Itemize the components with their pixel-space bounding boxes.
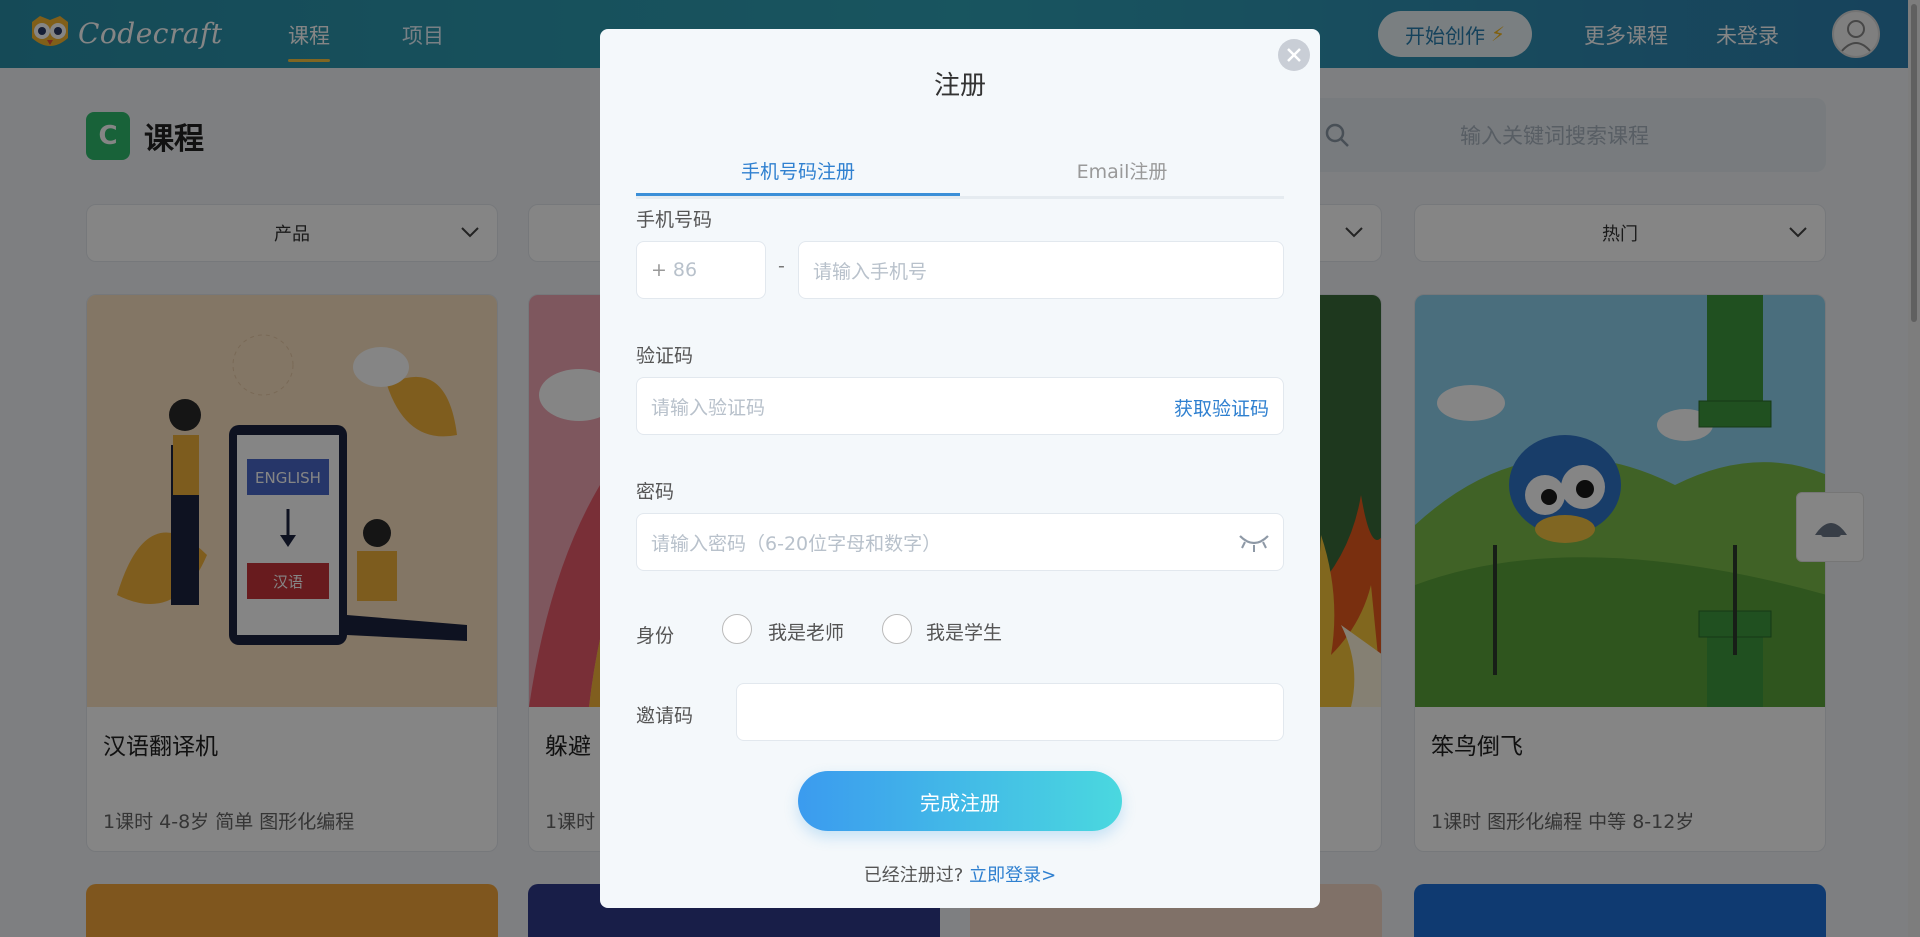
password-label: 密码 <box>636 481 675 503</box>
plus-sign: + <box>651 259 667 281</box>
identity-label: 身份 <box>636 625 675 647</box>
radio-student[interactable] <box>882 614 912 644</box>
password-placeholder: 请输入密码（6-20位字母和数字） <box>651 532 942 555</box>
login-prompt: 已经注册过? 立即登录> <box>600 861 1320 887</box>
register-tabs: 手机号码注册 Email注册 <box>636 123 1284 199</box>
active-tab-indicator <box>636 193 960 196</box>
submit-register-button[interactable]: 完成注册 <box>798 771 1122 831</box>
radio-teacher-label[interactable]: 我是老师 <box>768 618 844 645</box>
radio-teacher[interactable] <box>722 614 752 644</box>
invite-label: 邀请码 <box>636 705 694 727</box>
phone-separator: - <box>778 255 785 277</box>
radio-student-label[interactable]: 我是学生 <box>926 618 1002 645</box>
get-code-button[interactable]: 获取验证码 <box>1174 394 1269 421</box>
password-input[interactable]: 请输入密码（6-20位字母和数字） <box>636 513 1284 571</box>
register-modal: 注册 手机号码注册 Email注册 手机号码 + 86 - 请输入手机号 验证码… <box>600 29 1320 908</box>
eye-closed-icon[interactable] <box>1237 532 1271 554</box>
country-code-field[interactable]: + 86 <box>636 241 766 299</box>
phone-placeholder: 请输入手机号 <box>813 260 928 283</box>
code-label: 验证码 <box>636 345 694 367</box>
close-icon <box>1287 48 1301 62</box>
login-now-link[interactable]: 立即登录> <box>969 865 1056 886</box>
verification-code-input[interactable]: 请输入验证码 获取验证码 <box>636 377 1284 435</box>
invite-code-input[interactable] <box>736 683 1284 741</box>
country-code-value: 86 <box>672 259 698 281</box>
phone-label: 手机号码 <box>636 209 713 231</box>
modal-title: 注册 <box>933 71 986 101</box>
tab-email-register[interactable]: Email注册 <box>960 157 1284 184</box>
phone-input[interactable]: 请输入手机号 <box>798 241 1284 299</box>
login-prompt-text: 已经注册过? <box>863 865 964 886</box>
tab-phone-register[interactable]: 手机号码注册 <box>636 157 960 184</box>
code-placeholder: 请输入验证码 <box>651 396 766 419</box>
